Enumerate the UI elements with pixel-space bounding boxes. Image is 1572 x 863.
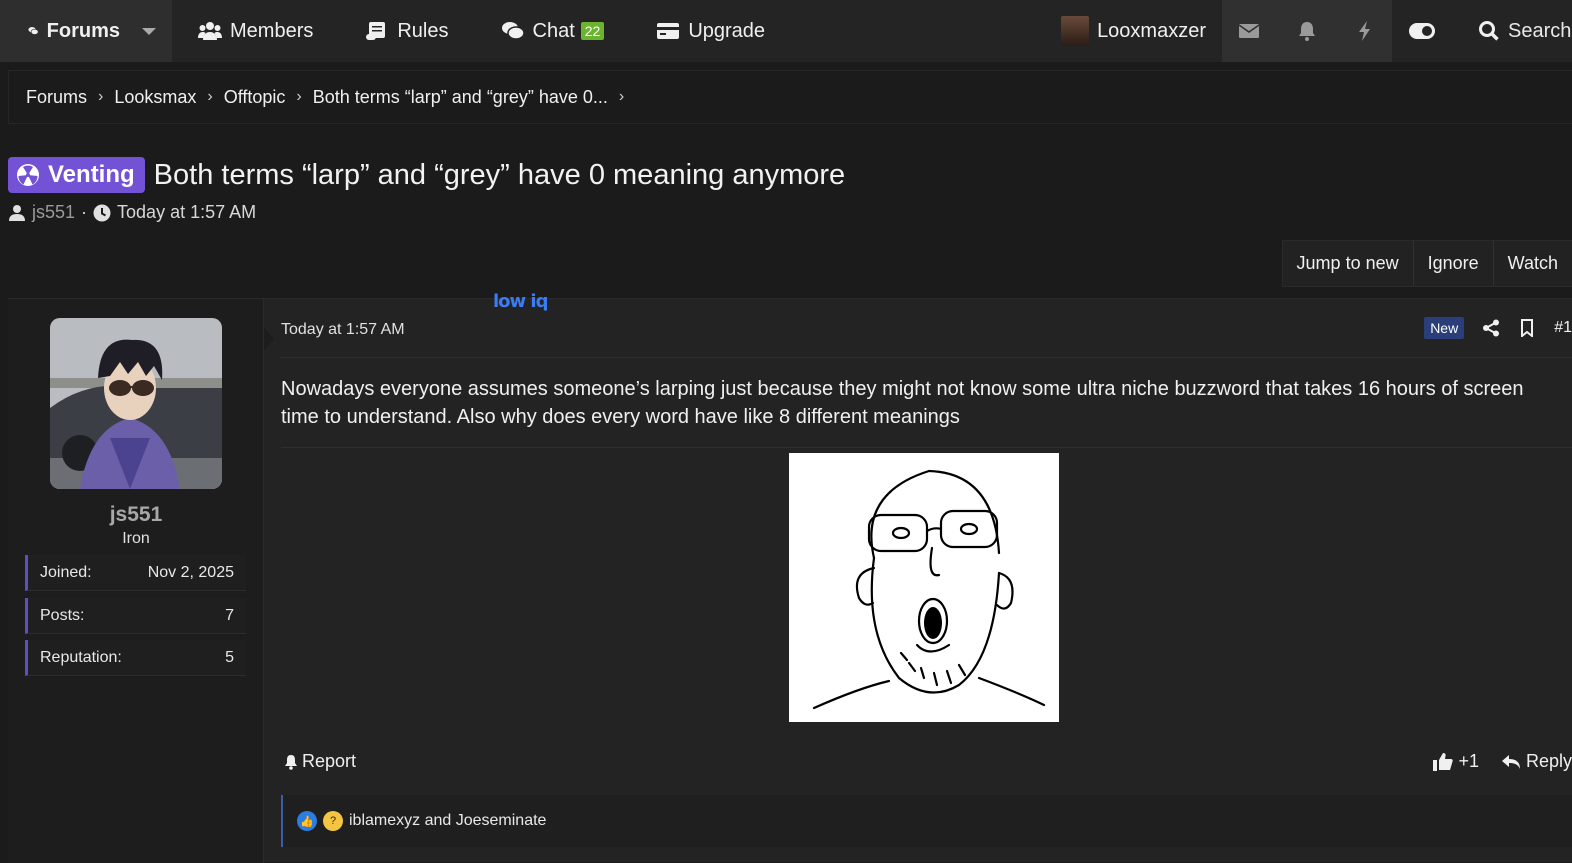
nav-forums[interactable]: Forums [0, 0, 172, 62]
nav-search[interactable]: Search [1452, 20, 1572, 43]
users-icon [198, 22, 222, 40]
like-button[interactable]: +1 [1433, 751, 1479, 772]
breadcrumb-thread[interactable]: Both terms “larp” and “grey” have 0... [313, 87, 608, 108]
stat-value[interactable]: 7 [225, 607, 234, 625]
jump-to-new-button[interactable]: Jump to new [1283, 241, 1413, 286]
envelope-icon[interactable] [1238, 20, 1260, 42]
breadcrumb: Forums › Looksmax › Offtopic › Both terms “… [8, 70, 1572, 124]
avatar[interactable] [50, 318, 222, 489]
new-badge: New [1424, 317, 1465, 339]
bell-icon [285, 754, 297, 770]
nav-members-label: Members [230, 19, 314, 42]
page-title: Both terms “larp” and “grey” have 0 mean… [153, 158, 846, 191]
chevron-down-icon[interactable] [142, 27, 156, 35]
post-arrow [264, 327, 274, 351]
stat-value: 5 [225, 648, 234, 666]
chat-count-badge: 22 [580, 22, 605, 40]
scroll-icon [366, 22, 386, 40]
user-icon [9, 204, 25, 221]
search-icon [1479, 21, 1499, 41]
top-nav: Forums Members Rules Chat 22 Upgrade Loo… [0, 0, 1572, 62]
bookmark-icon[interactable] [1518, 319, 1536, 337]
user-title: Iron [122, 530, 150, 547]
stat-label: Reputation: [40, 648, 122, 666]
nav-right: Looxmaxzer Search [1061, 0, 1572, 62]
nav-icon-group [1222, 0, 1392, 62]
chevron-right-icon: › [618, 88, 625, 105]
reply-button[interactable]: Reply [1501, 751, 1572, 772]
breadcrumb-looksmax[interactable]: Looksmax [114, 87, 196, 108]
comments-icon [28, 27, 39, 35]
user-stat-joined: Joined: Nov 2, 2025 [25, 555, 246, 591]
thread-actions: Jump to new Ignore Watch [1281, 240, 1572, 287]
stat-value: Nov 2, 2025 [147, 563, 234, 581]
post: js551 Iron Joined: Nov 2, 2025 Posts: 7 … [8, 291, 1572, 863]
user-avatar-image [50, 318, 222, 489]
stat-label: Posts: [40, 606, 85, 624]
thread-author[interactable]: js551 [32, 202, 75, 223]
like-count: +1 [1458, 751, 1479, 771]
nav-chat-label: Chat [532, 19, 575, 42]
reply-icon [1501, 754, 1520, 769]
thread-meta: js551 · Today at 1:57 AM [8, 202, 256, 223]
post-body: Nowadays everyone assumes someone’s larp… [281, 378, 1524, 428]
thread-prefix-label: Venting [48, 161, 135, 188]
post-timestamp[interactable]: Today at 1:57 AM [281, 321, 405, 339]
post-number[interactable]: #1 [1554, 319, 1572, 337]
overlay-text: low iq [493, 291, 548, 312]
chevron-right-icon: › [296, 88, 302, 105]
user-stat-reputation: Reputation: 5 [25, 640, 246, 676]
thumbs-up-icon [1433, 752, 1454, 771]
post-user-cell: js551 Iron Joined: Nov 2, 2025 Posts: 7 … [8, 299, 264, 863]
radiation-icon [17, 164, 39, 186]
ignore-button[interactable]: Ignore [1412, 241, 1493, 286]
bell-icon[interactable] [1296, 20, 1318, 42]
reply-label: Reply [1525, 751, 1572, 771]
meta-separator: · [81, 202, 88, 222]
share-icon[interactable] [1482, 319, 1500, 337]
report-label: Report [302, 751, 357, 771]
divider [281, 447, 1572, 448]
stat-label: Joined: [40, 563, 92, 581]
user-stat-posts: Posts: 7 [25, 598, 246, 634]
nav-upgrade-label: Upgrade [688, 19, 766, 42]
nav-rules[interactable]: Rules [339, 0, 474, 62]
avatar [1061, 16, 1090, 46]
nav-rules-label: Rules [397, 19, 449, 42]
post-tools: New #1 [1424, 317, 1572, 339]
thread-title-row: Venting Both terms “larp” and “grey” hav… [8, 157, 845, 193]
account-link[interactable]: Looxmaxzer [1061, 0, 1222, 62]
toggle-icon [1409, 23, 1435, 39]
watch-button[interactable]: Watch [1492, 241, 1572, 286]
bolt-icon[interactable] [1354, 20, 1376, 42]
account-username: Looxmaxzer [1097, 19, 1206, 42]
nav-upgrade[interactable]: Upgrade [630, 0, 791, 62]
report-button[interactable]: Report [284, 751, 356, 772]
nav-forums-label: Forums [46, 19, 120, 42]
reactions-users[interactable]: iblamexyz and Joeseminate [349, 812, 546, 830]
thinking-reaction-icon: ? [323, 811, 343, 831]
clock-icon [93, 204, 111, 221]
chevron-right-icon: › [207, 88, 213, 105]
like-reaction-icon: 👍 [297, 811, 317, 831]
breadcrumb-offtopic[interactable]: Offtopic [224, 87, 286, 108]
credit-card-icon [657, 23, 680, 39]
reactions-bar[interactable]: 👍 ? iblamexyz and Joeseminate [281, 795, 1572, 847]
theme-toggle[interactable] [1392, 23, 1452, 39]
chevron-right-icon: › [98, 88, 104, 105]
nav-members[interactable]: Members [172, 0, 339, 62]
wojak-image [812, 469, 1046, 710]
thread-prefix-badge[interactable]: Venting [8, 157, 145, 193]
chat-icon [501, 22, 525, 40]
nav-chat[interactable]: Chat 22 [475, 0, 631, 62]
breadcrumb-forums[interactable]: Forums [26, 87, 87, 108]
nav-search-label: Search [1508, 19, 1572, 42]
post-image[interactable] [789, 453, 1059, 722]
post-username[interactable]: js551 [8, 503, 264, 527]
post-actions: +1 Reply [1433, 751, 1572, 772]
divider [281, 357, 1572, 358]
thread-date[interactable]: Today at 1:57 AM [117, 202, 256, 223]
